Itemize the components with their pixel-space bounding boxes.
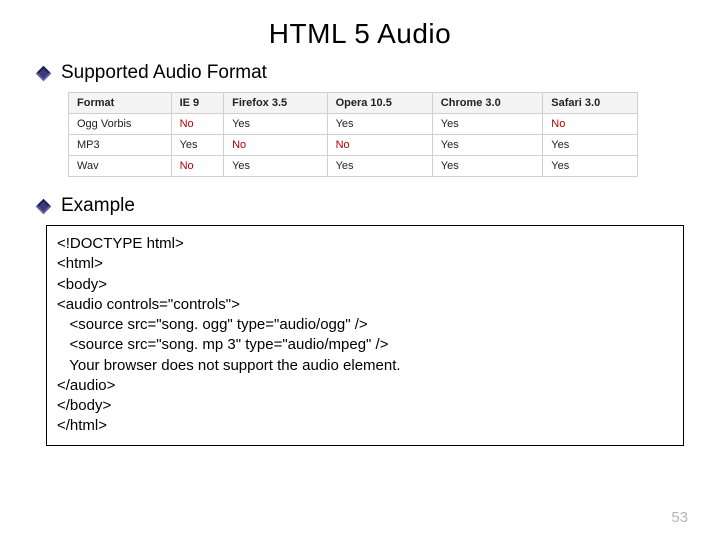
code-example-box: <!DOCTYPE html> <html> <body> <audio con… xyxy=(46,225,684,446)
table-cell: Yes xyxy=(432,135,542,156)
table-cell: Wav xyxy=(69,156,172,177)
table-cell: MP3 xyxy=(69,135,172,156)
heading-supported: Supported Audio Format xyxy=(61,62,267,84)
table-cell: Yes xyxy=(432,156,542,177)
table-cell: No xyxy=(171,114,224,135)
table-cell: No xyxy=(327,135,432,156)
page-title: HTML 5 Audio xyxy=(0,0,720,62)
table-row: MP3YesNoNoYesYes xyxy=(69,135,638,156)
table-cell: No xyxy=(543,114,638,135)
format-support-table: FormatIE 9Firefox 3.5Opera 10.5Chrome 3.… xyxy=(68,92,638,177)
table-cell: Yes xyxy=(171,135,224,156)
table-row: Ogg VorbisNoYesYesYesNo xyxy=(69,114,638,135)
table-header: Opera 10.5 xyxy=(327,93,432,114)
format-table-wrap: FormatIE 9Firefox 3.5Opera 10.5Chrome 3.… xyxy=(68,92,638,177)
table-cell: Yes xyxy=(327,156,432,177)
table-header: Firefox 3.5 xyxy=(224,93,327,114)
section-supported: Supported Audio Format xyxy=(0,62,720,84)
table-header: IE 9 xyxy=(171,93,224,114)
page-number: 53 xyxy=(671,509,688,526)
table-cell: Yes xyxy=(432,114,542,135)
table-cell: Ogg Vorbis xyxy=(69,114,172,135)
table-cell: Yes xyxy=(224,156,327,177)
table-cell: Yes xyxy=(543,135,638,156)
table-cell: Yes xyxy=(224,114,327,135)
heading-example: Example xyxy=(61,195,135,217)
table-header: Format xyxy=(69,93,172,114)
table-header: Safari 3.0 xyxy=(543,93,638,114)
table-header: Chrome 3.0 xyxy=(432,93,542,114)
table-cell: No xyxy=(171,156,224,177)
table-cell: No xyxy=(224,135,327,156)
diamond-bullet-icon xyxy=(36,65,52,81)
table-cell: Yes xyxy=(327,114,432,135)
diamond-bullet-icon xyxy=(36,198,52,214)
table-cell: Yes xyxy=(543,156,638,177)
section-example: Example xyxy=(0,195,720,217)
table-row: WavNoYesYesYesYes xyxy=(69,156,638,177)
